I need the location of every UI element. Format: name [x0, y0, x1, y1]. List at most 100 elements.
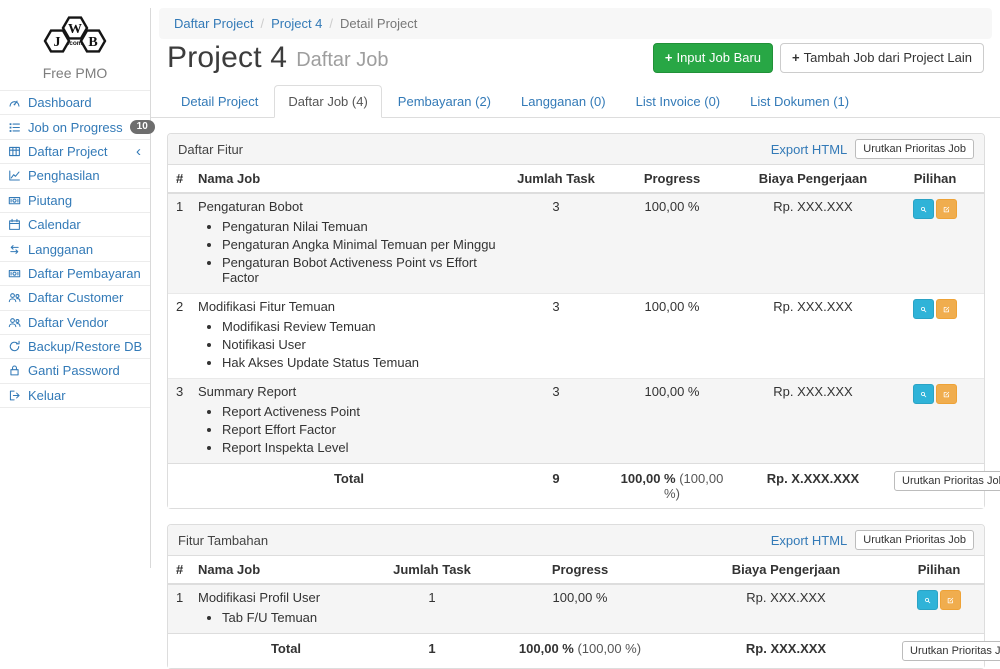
total-progress-value: 100,00 % [621, 471, 676, 486]
tambah-job-dari-project-lain-button[interactable]: +Tambah Job dari Project Lain [780, 43, 984, 73]
jwb-logo-icon: JWB.com [27, 14, 123, 58]
search-button[interactable] [913, 299, 934, 319]
job-subitem: Pengaturan Nilai Temuan [222, 219, 500, 234]
header-buttons: +Input Job Baru +Tambah Job dari Project… [653, 43, 984, 73]
column-header-jumlah-task: Jumlah Task [382, 556, 482, 584]
sidebar-item-ganti-password[interactable]: Ganti Password [0, 359, 150, 383]
total-cost: Rp. XXX.XXX [678, 634, 894, 669]
sidebar-item-piutang[interactable]: Piutang [0, 189, 150, 213]
progress-cell: 100,00 % [604, 294, 740, 379]
total-progress-value: 100,00 % [519, 641, 574, 656]
progress-cell: 100,00 % [482, 584, 678, 634]
column-header-nama-job: Nama Job [190, 165, 508, 193]
sidebar-item-dashboard[interactable]: Dashboard [0, 91, 150, 115]
panel-title: Daftar Fitur [178, 142, 243, 157]
row-number: 2 [168, 294, 190, 379]
edit-icon [943, 204, 950, 215]
search-button[interactable] [913, 384, 934, 404]
page-title: Project 4 [167, 41, 287, 75]
jumlah-task-cell: 3 [508, 379, 604, 464]
edit-button[interactable] [936, 384, 957, 404]
search-button[interactable] [917, 590, 938, 610]
biaya-cell: Rp. XXX.XXX [678, 584, 894, 634]
breadcrumb-item-daftar-project[interactable]: Daftar Project [174, 16, 253, 31]
edit-button[interactable] [936, 199, 957, 219]
total-actions-cell: Urutkan Prioritas Job [886, 464, 984, 509]
column-header-: # [168, 556, 190, 584]
row-number: 1 [168, 584, 190, 634]
sidebar-item-daftar-vendor[interactable]: Daftar Vendor [0, 311, 150, 335]
total-tasks: 9 [508, 464, 604, 509]
total-actions-cell: Urutkan Prioritas Job [894, 634, 984, 669]
sidebar-item-calendar[interactable]: Calendar [0, 213, 150, 237]
sidebar-nav: DashboardJob on Progress10Daftar Project… [0, 90, 150, 408]
breadcrumb-item-project-4[interactable]: Project 4 [271, 16, 322, 31]
plus-icon: + [792, 50, 800, 65]
tab-list-invoice-0[interactable]: List Invoice (0) [622, 85, 735, 118]
panel-heading-actions: Export HTML Urutkan Prioritas Job [771, 139, 974, 159]
total-label: Total [190, 464, 508, 509]
svg-text:J: J [54, 35, 61, 50]
table-row: 1Pengaturan BobotPengaturan Nilai Temuan… [168, 193, 984, 294]
job-subitem: Pengaturan Angka Minimal Temuan per Ming… [222, 237, 500, 252]
sidebar-item-label: Daftar Customer [28, 290, 123, 305]
dashboard-icon [7, 96, 21, 109]
plus-icon: + [665, 50, 673, 65]
sidebar-item-daftar-pembayaran[interactable]: Daftar Pembayaran [0, 262, 150, 286]
tab-pembayaran-2[interactable]: Pembayaran (2) [384, 85, 505, 118]
panel-title: Fitur Tambahan [178, 533, 268, 548]
sidebar-item-daftar-customer[interactable]: Daftar Customer [0, 286, 150, 310]
logo-area: JWB.com Free PMO [0, 8, 150, 81]
urutkan-prioritas-job-button[interactable]: Urutkan Prioritas Job [855, 139, 974, 159]
lock-icon [7, 364, 21, 377]
sidebar-item-label: Daftar Pembayaran [28, 266, 141, 281]
tab-langganan-0[interactable]: Langganan (0) [507, 85, 620, 118]
money-icon [7, 267, 21, 280]
sidebar-item-penghasilan[interactable]: Penghasilan [0, 164, 150, 188]
signout-icon [7, 389, 21, 402]
refresh-icon [7, 340, 21, 353]
tab-detail-project[interactable]: Detail Project [167, 85, 272, 118]
column-header-biaya-pengerjaan: Biaya Pengerjaan [740, 165, 886, 193]
input-job-baru-button[interactable]: +Input Job Baru [653, 43, 773, 73]
total-label: Total [190, 634, 382, 669]
money-icon [7, 194, 21, 207]
job-name-cell: Modifikasi Fitur Temuan Modifikasi Review… [190, 294, 508, 379]
calendar-icon [7, 218, 21, 231]
sidebar-item-label: Calendar [28, 217, 81, 232]
edit-button[interactable] [940, 590, 961, 610]
urutkan-prioritas-job-button[interactable]: Urutkan Prioritas Job [902, 641, 1000, 661]
export-html-link[interactable]: Export HTML [771, 142, 848, 157]
sidebar-item-label: Daftar Project [28, 144, 107, 159]
breadcrumb: Daftar Project/Project 4/Detail Project [159, 8, 992, 39]
column-header-jumlah-task: Jumlah Task [508, 165, 604, 193]
breadcrumb-separator: / [260, 16, 264, 31]
sidebar-item-label: Backup/Restore DB [28, 339, 142, 354]
sidebar-item-keluar[interactable]: Keluar [0, 384, 150, 408]
export-html-link[interactable]: Export HTML [771, 533, 848, 548]
table-row: 2 Modifikasi Fitur Temuan Modifikasi Revie… [168, 294, 984, 379]
pilihan-cell [886, 379, 984, 464]
tab-bar: Detail ProjectDaftar Job (4)Pembayaran (… [151, 85, 1000, 118]
sidebar-item-daftar-project[interactable]: Daftar Project‹ [0, 140, 150, 164]
sidebar-item-backup-restore-db[interactable]: Backup/Restore DB [0, 335, 150, 359]
total-row: Total1100,00 % (100,00 %)Rp. XXX.XXXUrut… [168, 634, 984, 669]
table-row: 3Summary ReportReport Activeness PointRe… [168, 379, 984, 464]
job-subitem: Modifikasi Review Temuan [222, 319, 500, 334]
total-row: Total9100,00 % (100,00 %)Rp. X.XXX.XXXUr… [168, 464, 984, 509]
count-badge: 10 [130, 120, 155, 134]
urutkan-prioritas-job-button[interactable]: Urutkan Prioritas Job [894, 471, 1000, 491]
sidebar-item-label: Ganti Password [28, 363, 120, 378]
biaya-cell: Rp. XXX.XXX [740, 193, 886, 294]
app-name: Free PMO [0, 65, 150, 81]
tab-daftar-job-4[interactable]: Daftar Job (4) [274, 85, 381, 118]
tab-list-dokumen-1[interactable]: List Dokumen (1) [736, 85, 863, 118]
sidebar-item-langganan[interactable]: Langganan [0, 237, 150, 261]
search-button[interactable] [913, 199, 934, 219]
job-name: Modifikasi Fitur Temuan [198, 299, 500, 314]
job-subitem: Report Effort Factor [222, 422, 500, 437]
sidebar-item-job-on-progress[interactable]: Job on Progress10 [0, 115, 150, 139]
column-header-progress: Progress [482, 556, 678, 584]
urutkan-prioritas-job-button[interactable]: Urutkan Prioritas Job [855, 530, 974, 550]
edit-button[interactable] [936, 299, 957, 319]
